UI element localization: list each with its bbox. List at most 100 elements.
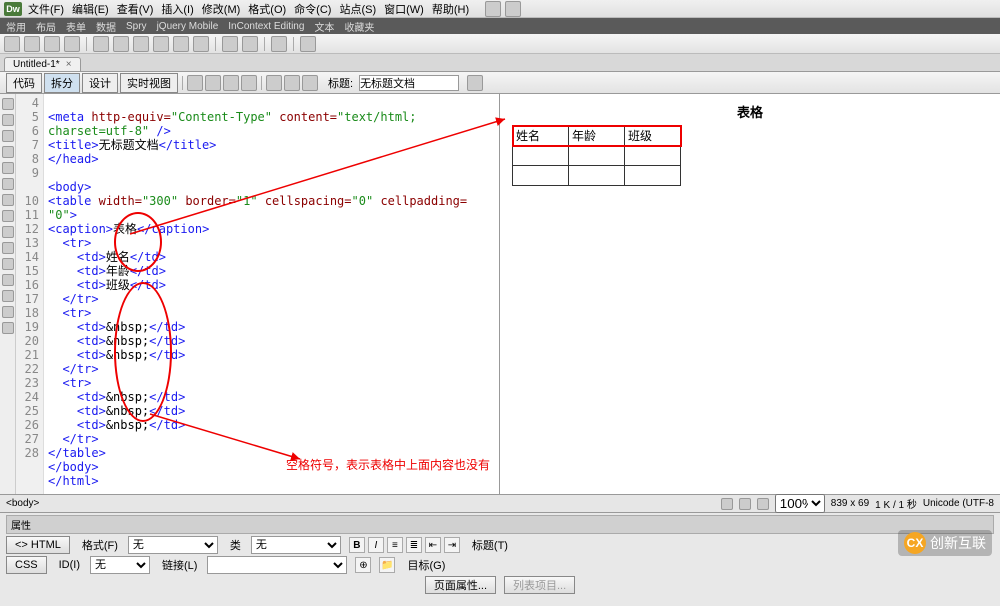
open-docs-icon[interactable] [2,98,14,110]
preview-cell[interactable] [569,166,625,186]
document-tab[interactable]: Untitled-1* × [4,57,81,71]
menu-help[interactable]: 帮助(H) [432,1,469,17]
browser-nav-icon[interactable] [241,75,257,91]
server-debug-icon[interactable] [187,75,203,91]
preview-cell[interactable]: 班级 [625,126,681,146]
live-code-icon[interactable] [205,75,221,91]
outdent-button[interactable]: ⇤ [425,537,441,553]
view-design-button[interactable]: 设计 [82,73,118,93]
bold-button[interactable]: B [349,537,365,553]
link-select[interactable] [207,556,347,574]
view-split-button[interactable]: 拆分 [44,73,80,93]
class-select[interactable]: 无 [251,536,341,554]
line-numbers-icon[interactable] [2,146,14,158]
tab-close-icon[interactable]: × [66,59,72,70]
cat-text[interactable]: 文本 [314,19,334,34]
select-tool-icon[interactable] [721,498,733,510]
email-link-icon[interactable] [24,36,40,52]
page-properties-button[interactable]: 页面属性... [425,576,496,594]
menu-window[interactable]: 窗口(W) [384,1,424,17]
collapse-icon[interactable] [2,114,14,126]
media-icon[interactable] [113,36,129,52]
menu-commands[interactable]: 命令(C) [294,1,331,17]
preview-row[interactable] [513,146,681,166]
browse-file-icon[interactable]: 📁 [379,557,395,573]
preview-cell[interactable] [625,166,681,186]
ol-button[interactable]: ≣ [406,537,422,553]
preview-header-row[interactable]: 姓名 年龄 班级 [513,126,681,146]
code-text[interactable]: <meta http-equiv="Content-Type" content=… [44,94,499,494]
widget-icon[interactable] [133,36,149,52]
tag-selector[interactable]: <body> [6,498,39,509]
menu-modify[interactable]: 修改(M) [202,1,241,17]
apply-comment-icon[interactable] [2,210,14,222]
cat-layout[interactable]: 布局 [36,19,56,34]
word-wrap-icon[interactable] [2,178,14,190]
server-include-icon[interactable] [173,36,189,52]
preview-cell[interactable] [513,166,569,186]
inspect-icon[interactable] [223,75,239,91]
cat-incontext[interactable]: InContext Editing [228,21,304,32]
hyperlink-icon[interactable] [4,36,20,52]
remove-comment-icon[interactable] [2,226,14,238]
menu-insert[interactable]: 插入(I) [161,1,193,17]
cat-forms[interactable]: 表单 [66,19,86,34]
script-icon[interactable] [242,36,258,52]
css-props-button[interactable]: CSS [6,556,47,574]
code-editor[interactable]: 4567891011121314151617181920212223242526… [16,94,499,494]
head-icon[interactable] [222,36,238,52]
layout-dropdown-icon[interactable] [485,1,501,17]
templates-icon[interactable] [271,36,287,52]
validate-icon[interactable] [467,75,483,91]
preview-cell[interactable]: 姓名 [513,126,569,146]
move-css-icon[interactable] [2,274,14,286]
search-icon[interactable] [505,1,521,17]
format-select[interactable]: 无 [128,536,218,554]
menu-site[interactable]: 站点(S) [339,1,376,17]
menu-view[interactable]: 查看(V) [117,1,154,17]
file-mgmt-icon[interactable] [266,75,282,91]
menu-format[interactable]: 格式(O) [248,1,286,17]
tag-chooser-icon[interactable] [300,36,316,52]
refresh-icon[interactable] [302,75,318,91]
preview-cell[interactable] [513,146,569,166]
cat-common[interactable]: 常用 [6,19,26,34]
menu-edit[interactable]: 编辑(E) [72,1,109,17]
div-icon[interactable] [64,36,80,52]
ul-button[interactable]: ≡ [387,537,403,553]
outdent-icon[interactable] [2,306,14,318]
zoom-tool-icon[interactable] [757,498,769,510]
preview-row[interactable] [513,166,681,186]
zoom-select[interactable]: 100% [775,494,825,513]
preview-cell[interactable] [625,146,681,166]
preview-table[interactable]: 姓名 年龄 班级 [512,125,681,186]
hand-tool-icon[interactable] [739,498,751,510]
comment-icon[interactable] [193,36,209,52]
cat-data[interactable]: 数据 [96,19,116,34]
wrap-tag-icon[interactable] [2,242,14,254]
window-dimensions[interactable]: 839 x 69 [831,498,869,509]
view-live-button[interactable]: 实时视图 [120,73,178,93]
properties-header[interactable]: 属性 [6,515,994,534]
design-preview-pane[interactable]: 表格 姓名 年龄 班级 [500,94,1000,494]
html-props-button[interactable]: <> HTML [6,536,70,554]
indent-button[interactable]: ⇥ [444,537,460,553]
id-select[interactable]: 无 [90,556,150,574]
italic-button[interactable]: I [368,537,384,553]
view-code-button[interactable]: 代码 [6,73,42,93]
syntax-error-icon[interactable] [2,194,14,206]
preview-cell[interactable] [569,146,625,166]
cat-jquery[interactable]: jQuery Mobile [157,21,219,32]
date-icon[interactable] [153,36,169,52]
preview-cell[interactable]: 年龄 [569,126,625,146]
cat-spry[interactable]: Spry [126,21,147,32]
format-code-icon[interactable] [2,322,14,334]
image-icon[interactable] [93,36,109,52]
point-to-file-icon[interactable]: ⊕ [355,557,371,573]
menu-file[interactable]: 文件(F) [28,1,64,17]
indent-icon[interactable] [2,290,14,302]
preview-browser-icon[interactable] [284,75,300,91]
highlight-icon[interactable] [2,162,14,174]
document-title-input[interactable] [359,75,459,91]
recent-snippets-icon[interactable] [2,258,14,270]
